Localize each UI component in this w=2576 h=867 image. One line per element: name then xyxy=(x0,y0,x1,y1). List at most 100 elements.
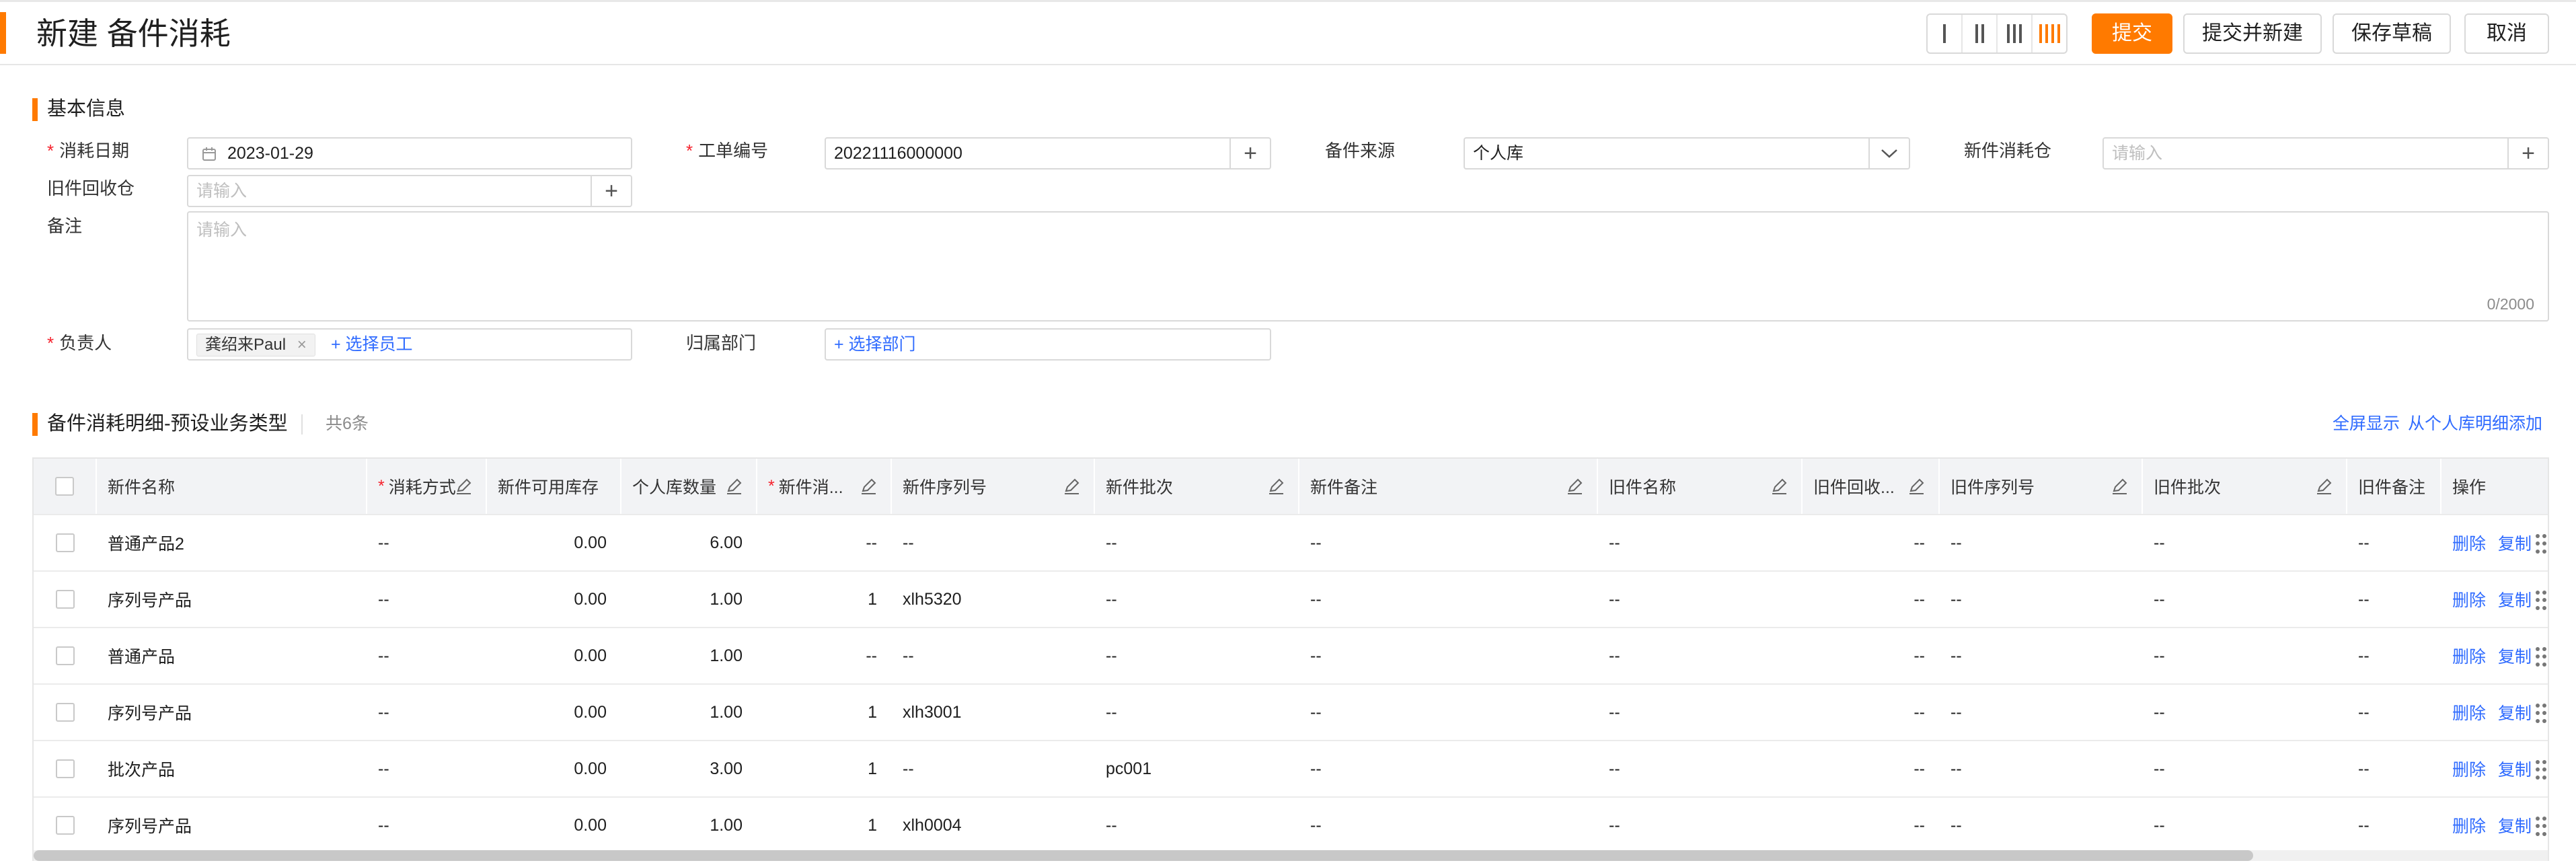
cell-new-remark[interactable]: -- xyxy=(1299,628,1598,683)
drag-handle-icon[interactable] xyxy=(2536,647,2546,667)
layout-4-column-button[interactable] xyxy=(2033,15,2066,52)
cell-old-remark[interactable]: -- xyxy=(2347,515,2441,570)
select-department-link[interactable]: + 选择部门 xyxy=(834,335,916,354)
cell-personal-qty[interactable]: 1.00 xyxy=(621,572,757,627)
cell-consume-method[interactable]: -- xyxy=(367,572,487,627)
department-field[interactable]: + 选择部门 xyxy=(825,328,1271,361)
cancel-button[interactable]: 取消 xyxy=(2464,13,2549,54)
copy-row-link[interactable]: 复制 xyxy=(2498,757,2532,781)
cell-old-name[interactable]: -- xyxy=(1598,628,1803,683)
cell-new-consume-qty[interactable]: -- xyxy=(757,515,892,570)
cell-new-batch[interactable]: pc001 xyxy=(1095,741,1299,796)
cell-consume-method[interactable]: -- xyxy=(367,685,487,740)
cell-old-warehouse[interactable]: -- xyxy=(1803,572,1940,627)
row-checkbox[interactable] xyxy=(56,703,75,722)
edit-icon[interactable] xyxy=(724,476,744,496)
new-warehouse-field[interactable]: 请输入 + xyxy=(2103,137,2549,169)
cell-new-serial[interactable]: xlh0004 xyxy=(892,798,1095,853)
cell-new-serial[interactable]: -- xyxy=(892,515,1095,570)
new-warehouse-add-button[interactable]: + xyxy=(2507,139,2548,168)
drag-handle-icon[interactable] xyxy=(2536,534,2546,554)
cell-new-available-stock[interactable]: 0.00 xyxy=(487,741,621,796)
cell-new-available-stock[interactable]: 0.00 xyxy=(487,628,621,683)
cell-old-name[interactable]: -- xyxy=(1598,515,1803,570)
cell-new-serial[interactable]: xlh3001 xyxy=(892,685,1095,740)
select-all-checkbox[interactable] xyxy=(55,477,74,496)
cell-new-batch[interactable]: -- xyxy=(1095,798,1299,853)
add-from-personal-link[interactable]: 从个人库明细添加 xyxy=(2408,413,2542,435)
edit-icon[interactable] xyxy=(858,476,878,496)
cell-old-warehouse[interactable]: -- xyxy=(1803,741,1940,796)
cell-new-batch[interactable]: -- xyxy=(1095,572,1299,627)
cell-old-remark[interactable]: -- xyxy=(2347,628,2441,683)
cell-consume-method[interactable]: -- xyxy=(367,741,487,796)
cell-new-name[interactable]: 普通产品2 xyxy=(97,515,367,570)
cell-old-batch[interactable]: -- xyxy=(2143,798,2347,853)
drag-handle-icon[interactable] xyxy=(2536,760,2546,780)
cell-old-serial[interactable]: -- xyxy=(1940,515,2143,570)
work-order-field[interactable]: 20221116000000 + xyxy=(825,137,1271,169)
cell-new-serial[interactable]: -- xyxy=(892,741,1095,796)
cell-old-batch[interactable]: -- xyxy=(2143,572,2347,627)
cell-new-remark[interactable]: -- xyxy=(1299,572,1598,627)
layout-2-column-button[interactable] xyxy=(1963,15,1998,52)
delete-row-link[interactable]: 删除 xyxy=(2452,644,2486,668)
drag-handle-icon[interactable] xyxy=(2536,704,2546,724)
copy-row-link[interactable]: 复制 xyxy=(2498,531,2532,555)
cell-new-name[interactable]: 序列号产品 xyxy=(97,798,367,853)
copy-row-link[interactable]: 复制 xyxy=(2498,700,2532,724)
cell-old-serial[interactable]: -- xyxy=(1940,628,2143,683)
cell-new-serial[interactable]: -- xyxy=(892,628,1095,683)
cell-old-batch[interactable]: -- xyxy=(2143,515,2347,570)
cell-new-available-stock[interactable]: 0.00 xyxy=(487,685,621,740)
cell-old-warehouse[interactable]: -- xyxy=(1803,628,1940,683)
source-dropdown-toggle[interactable] xyxy=(1868,139,1909,168)
cell-old-name[interactable]: -- xyxy=(1598,572,1803,627)
edit-icon[interactable] xyxy=(1769,476,1789,496)
consume-date-field[interactable]: 2023-01-29 xyxy=(187,137,632,169)
cell-old-name[interactable]: -- xyxy=(1598,798,1803,853)
select-employee-link[interactable]: + 选择员工 xyxy=(331,330,413,359)
cell-new-batch[interactable]: -- xyxy=(1095,515,1299,570)
cell-old-batch[interactable]: -- xyxy=(2143,741,2347,796)
cell-new-name[interactable]: 普通产品 xyxy=(97,628,367,683)
cell-old-serial[interactable]: -- xyxy=(1940,572,2143,627)
cell-new-name[interactable]: 序列号产品 xyxy=(97,685,367,740)
horizontal-scrollbar-thumb[interactable] xyxy=(34,850,2253,861)
drag-handle-icon[interactable] xyxy=(2536,817,2546,837)
save-draft-button[interactable]: 保存草稿 xyxy=(2333,13,2451,54)
edit-icon[interactable] xyxy=(2109,476,2129,496)
cell-consume-method[interactable]: -- xyxy=(367,628,487,683)
cell-new-consume-qty[interactable]: 1 xyxy=(757,685,892,740)
cell-old-remark[interactable]: -- xyxy=(2347,798,2441,853)
edit-icon[interactable] xyxy=(2314,476,2334,496)
cell-old-name[interactable]: -- xyxy=(1598,685,1803,740)
cell-new-available-stock[interactable]: 0.00 xyxy=(487,798,621,853)
cell-new-remark[interactable]: -- xyxy=(1299,741,1598,796)
delete-row-link[interactable]: 删除 xyxy=(2452,813,2486,837)
row-checkbox[interactable] xyxy=(56,590,75,609)
edit-icon[interactable] xyxy=(1266,476,1286,496)
row-checkbox[interactable] xyxy=(56,533,75,552)
cell-new-available-stock[interactable]: 0.00 xyxy=(487,515,621,570)
copy-row-link[interactable]: 复制 xyxy=(2498,813,2532,837)
remark-textarea[interactable]: 请输入 0/2000 xyxy=(187,211,2549,322)
owner-field[interactable]: 龚绍来Paul × + 选择员工 xyxy=(187,328,632,361)
copy-row-link[interactable]: 复制 xyxy=(2498,587,2532,611)
cell-personal-qty[interactable]: 6.00 xyxy=(621,515,757,570)
cell-new-consume-qty[interactable]: 1 xyxy=(757,572,892,627)
cell-old-name[interactable]: -- xyxy=(1598,741,1803,796)
drag-handle-icon[interactable] xyxy=(2536,591,2546,611)
cell-new-consume-qty[interactable]: -- xyxy=(757,628,892,683)
old-warehouse-add-button[interactable]: + xyxy=(591,176,631,206)
cell-personal-qty[interactable]: 1.00 xyxy=(621,798,757,853)
cell-old-remark[interactable]: -- xyxy=(2347,741,2441,796)
delete-row-link[interactable]: 删除 xyxy=(2452,531,2486,555)
cell-new-consume-qty[interactable]: 1 xyxy=(757,798,892,853)
cell-new-available-stock[interactable]: 0.00 xyxy=(487,572,621,627)
close-icon[interactable]: × xyxy=(297,336,307,354)
cell-old-warehouse[interactable]: -- xyxy=(1803,685,1940,740)
submit-and-new-button[interactable]: 提交并新建 xyxy=(2183,13,2322,54)
cell-old-remark[interactable]: -- xyxy=(2347,572,2441,627)
source-select[interactable]: 个人库 xyxy=(1464,137,1910,169)
